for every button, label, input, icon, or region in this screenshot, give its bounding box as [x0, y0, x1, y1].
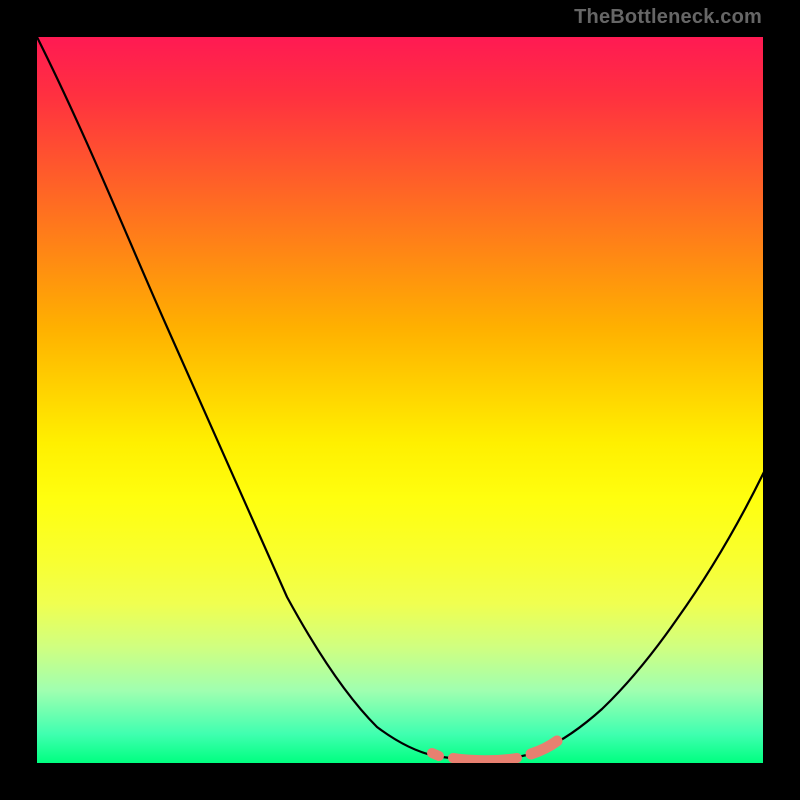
- highlight-right-rise: [531, 741, 557, 754]
- chart-svg: [37, 37, 763, 763]
- highlight-flat: [453, 758, 517, 760]
- watermark-text: TheBottleneck.com: [574, 6, 762, 29]
- highlight-left-dot: [432, 753, 439, 756]
- bottleneck-curve-path: [37, 37, 763, 759]
